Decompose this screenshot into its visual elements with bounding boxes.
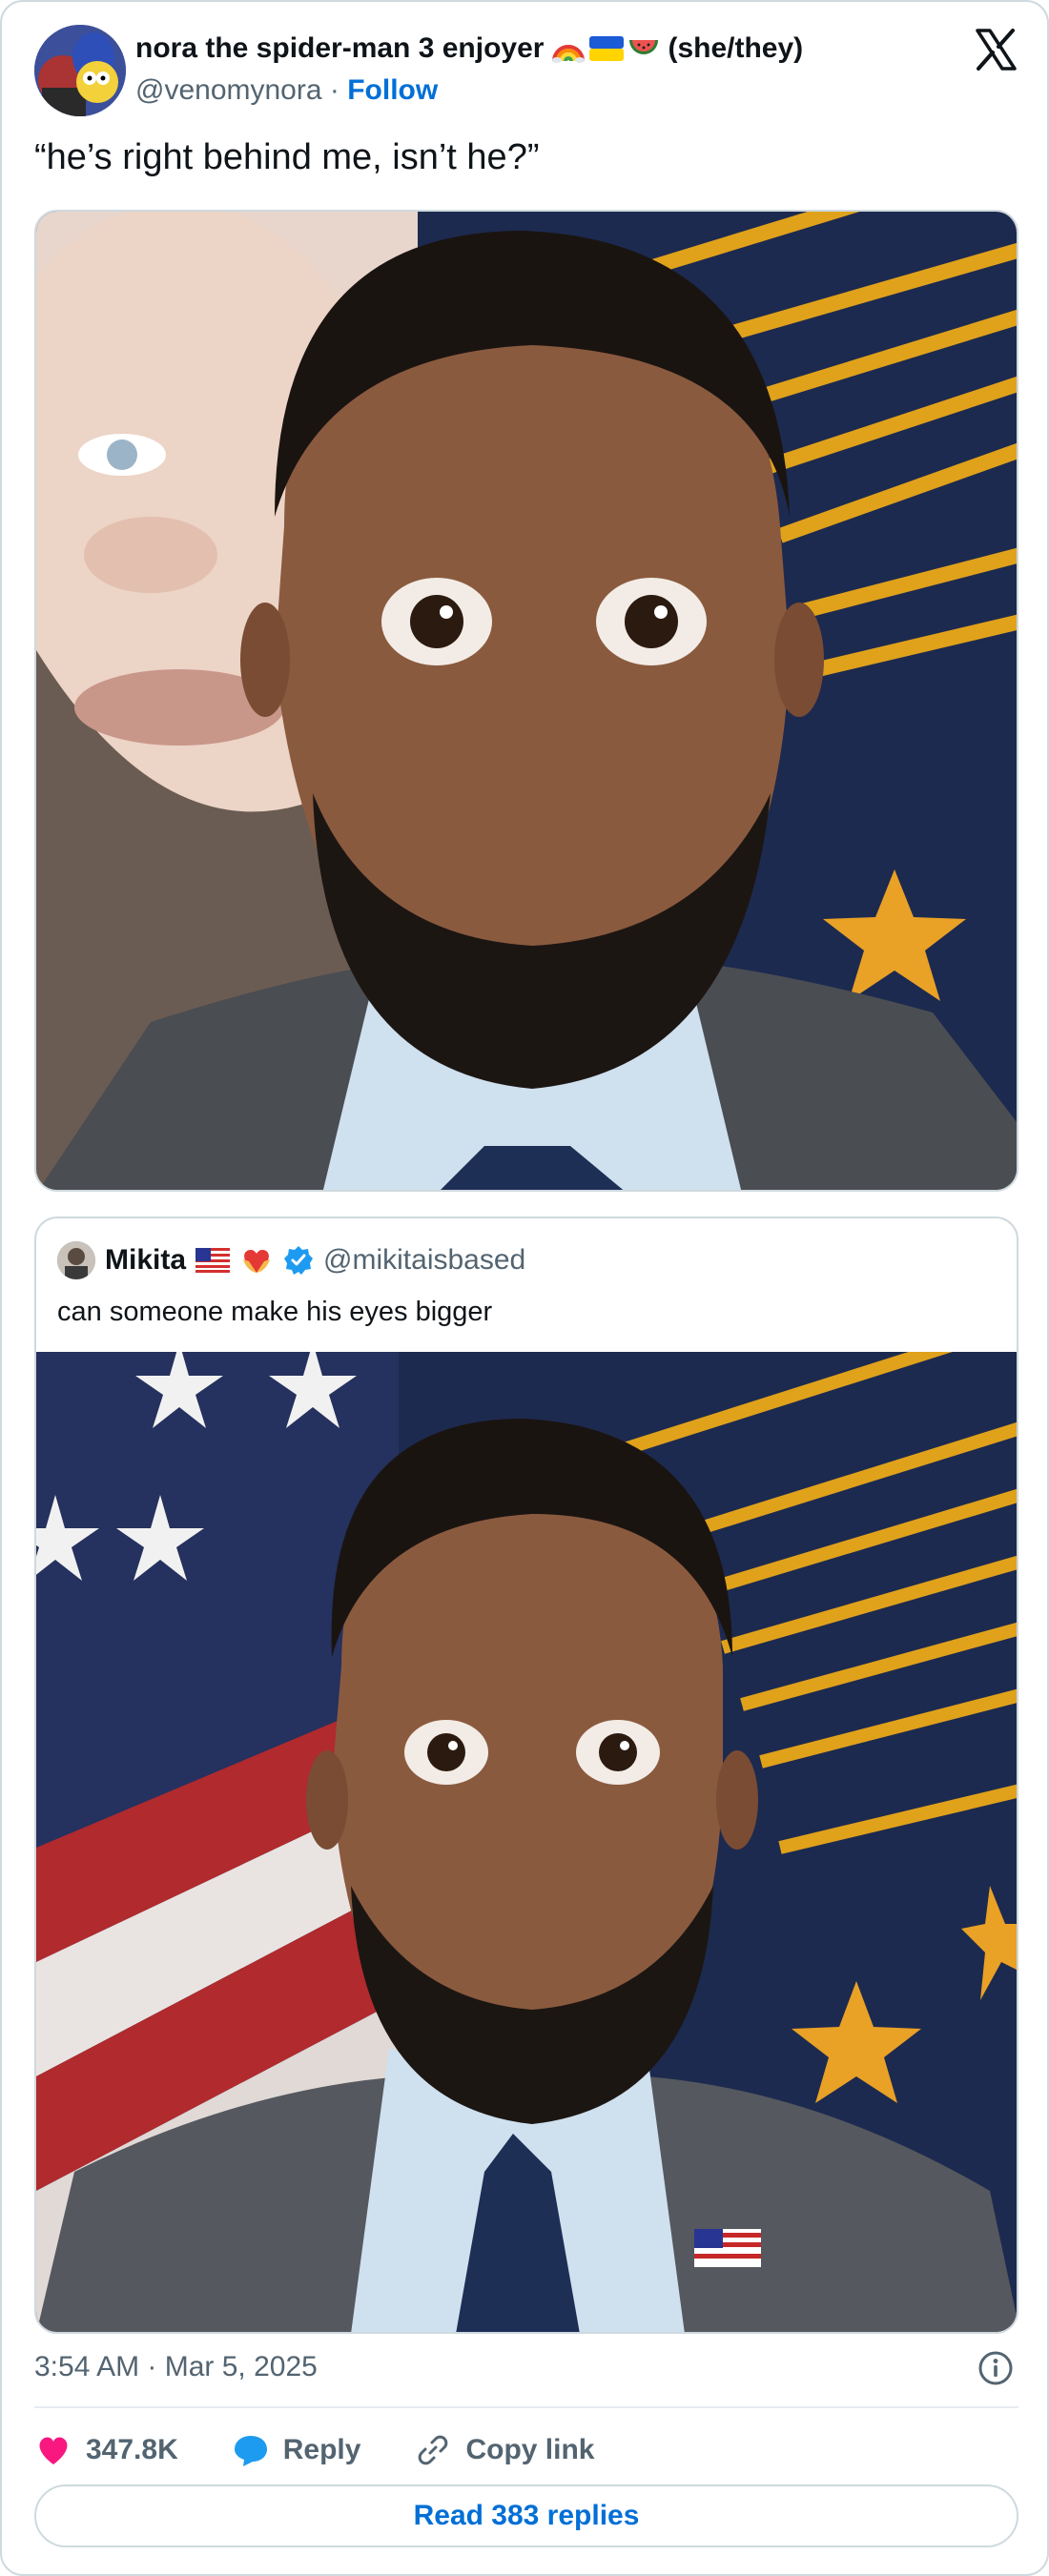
handle-separator: · xyxy=(329,74,339,106)
author-name-row[interactable]: nora the spider-man 3 enjoyer (she/they) xyxy=(135,32,803,65)
divider xyxy=(34,2406,1018,2408)
like-button[interactable]: 347.8K xyxy=(34,2431,178,2469)
info-icon[interactable] xyxy=(977,2349,1015,2387)
read-replies-button[interactable]: Read 383 replies xyxy=(34,2484,1018,2547)
reply-label: Reply xyxy=(282,2434,361,2465)
author-handle-row: @venomynora · Follow xyxy=(135,74,438,107)
rainbow-icon xyxy=(552,45,586,63)
reply-icon xyxy=(234,2436,267,2466)
link-icon xyxy=(419,2435,448,2465)
quoted-tweet[interactable]: Mikita @mikitaisbased can someone make h… xyxy=(34,1216,1018,2334)
follow-button[interactable]: Follow xyxy=(347,74,438,106)
author-avatar[interactable] xyxy=(34,25,126,116)
quote-author-handle: @mikitaisbased xyxy=(323,1244,526,1276)
us-flag-icon xyxy=(195,1248,231,1273)
like-count: 347.8K xyxy=(86,2434,178,2465)
tweet-text: “he’s right behind me, isn’t he?” xyxy=(34,137,540,177)
quote-image[interactable] xyxy=(36,1352,1017,2332)
quote-header: Mikita @mikitaisbased xyxy=(57,1241,525,1279)
copy-link-button[interactable]: Copy link xyxy=(414,2431,594,2469)
action-bar: 347.8K Reply Copy link xyxy=(34,2423,648,2477)
tweet-header: nora the spider-man 3 enjoyer (she/they)… xyxy=(34,25,1018,120)
tweet-card: nora the spider-man 3 enjoyer (she/they)… xyxy=(0,0,1049,2576)
heart-hands-icon xyxy=(243,1250,271,1273)
copy-link-label: Copy link xyxy=(465,2434,595,2465)
author-handle[interactable]: @venomynora xyxy=(135,74,322,106)
verified-badge-icon xyxy=(284,1246,314,1275)
quote-text: can someone make his eyes bigger xyxy=(57,1297,493,1327)
ukraine-flag-icon xyxy=(589,36,625,61)
quote-author-name: Mikita xyxy=(105,1244,187,1276)
watermelon-icon xyxy=(629,40,659,54)
tweet-image[interactable] xyxy=(34,210,1018,1192)
quote-avatar xyxy=(57,1241,95,1279)
author-emoji xyxy=(551,34,660,63)
reply-button[interactable]: Reply xyxy=(232,2431,361,2469)
heart-icon xyxy=(39,2437,68,2464)
author-pronouns[interactable]: (she/they) xyxy=(668,32,803,65)
tweet-timestamp[interactable]: 3:54 AM · Mar 5, 2025 xyxy=(34,2351,318,2383)
author-name[interactable]: nora the spider-man 3 enjoyer xyxy=(135,32,544,65)
x-logo-icon[interactable] xyxy=(973,27,1018,72)
